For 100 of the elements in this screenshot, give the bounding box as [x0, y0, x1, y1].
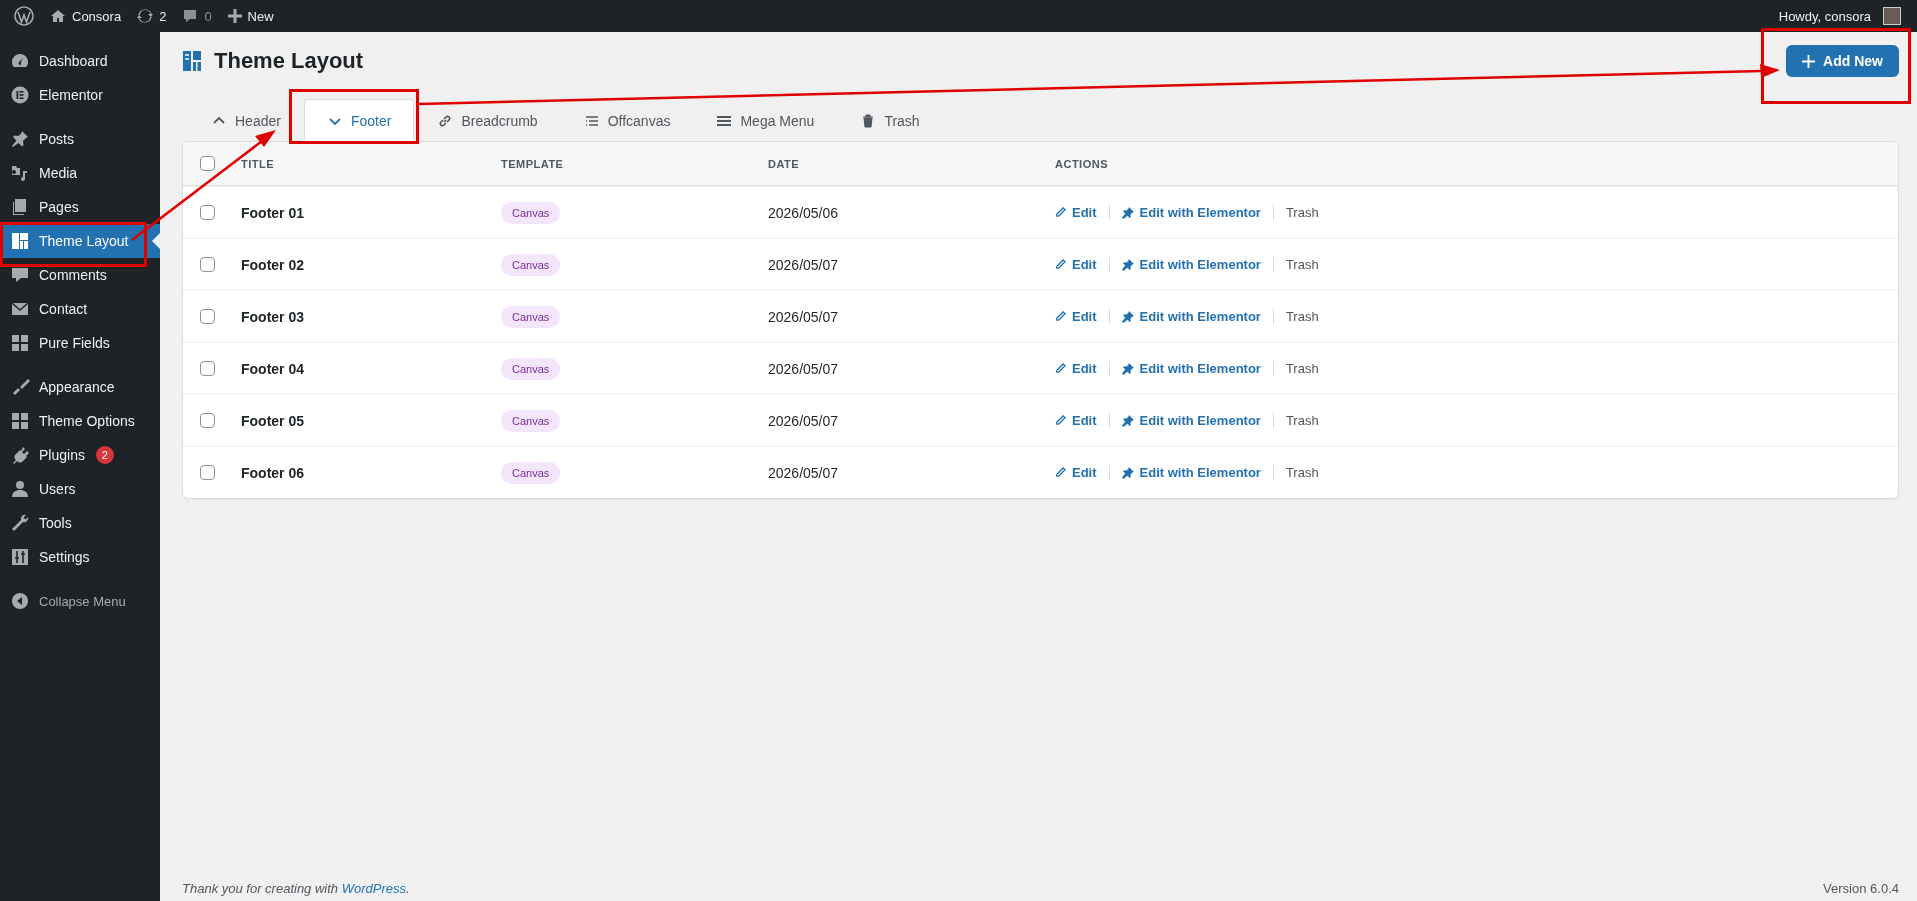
layout-grid-icon — [10, 231, 30, 251]
column-header: DATE — [768, 157, 801, 170]
comments-link[interactable]: 0 — [174, 0, 220, 32]
e-logo-icon — [10, 85, 30, 105]
edit-link[interactable]: Edit — [1055, 465, 1109, 480]
elementor-edit-link[interactable]: Edit with Elementor — [1108, 361, 1273, 376]
pencil-icon — [1055, 259, 1066, 270]
speech-bubble-icon — [10, 265, 30, 285]
tab[interactable]: Trash — [837, 99, 943, 141]
pushpin-icon — [1121, 310, 1134, 323]
template-badge: Canvas — [501, 305, 561, 328]
tab[interactable]: Mega Menu — [693, 99, 838, 141]
pushpin-icon — [1121, 362, 1134, 375]
edit-link[interactable]: Edit — [1055, 309, 1109, 324]
edit-link[interactable]: Edit — [1055, 257, 1109, 272]
date-cell-text: 2026/05/07 — [768, 256, 840, 273]
title-cell-text: Footer 02 — [241, 256, 305, 273]
plus-icon — [1802, 54, 1816, 68]
template-badge: Canvas — [501, 409, 561, 432]
title-cell-text: Footer 03 — [241, 308, 305, 325]
tab[interactable]: Offcanvas — [560, 99, 694, 141]
pencil-icon — [1055, 207, 1066, 218]
row-checkbox[interactable] — [200, 361, 215, 376]
pencil-icon — [1055, 467, 1066, 478]
template-badge: Canvas — [501, 357, 561, 380]
chain-link-icon — [437, 112, 454, 129]
version-text: Version 6.0.4 — [1823, 880, 1899, 896]
elementor-edit-link[interactable]: Edit with Elementor — [1108, 205, 1273, 220]
camera-note-icon — [10, 163, 30, 183]
row-checkbox[interactable] — [200, 205, 215, 220]
tab[interactable]: Footer — [303, 99, 415, 141]
title-cell-text: Footer 04 — [241, 360, 305, 377]
trash-link[interactable]: Trash — [1272, 205, 1331, 220]
template-badge: Canvas — [501, 253, 561, 276]
column-header: ACTIONS — [1055, 157, 1109, 170]
updates-link[interactable]: 2 — [129, 0, 175, 32]
column-header: TITLE — [241, 157, 276, 170]
elementor-edit-link[interactable]: Edit with Elementor — [1108, 413, 1273, 428]
collapse-menu-button[interactable]: Collapse Menu — [0, 584, 160, 618]
date-cell-text: 2026/05/07 — [768, 412, 840, 429]
title-cell-text: Footer 05 — [241, 412, 305, 429]
update-count-badge: 2 — [95, 446, 114, 464]
date-cell-text: 2026/05/07 — [768, 308, 840, 325]
trash-link[interactable]: Trash — [1272, 413, 1331, 428]
sidebar-item[interactable]: Dashboard — [0, 44, 160, 78]
sidebar-item[interactable]: Elementor — [0, 78, 160, 112]
tab[interactable]: Header — [188, 99, 304, 141]
column-header: TEMPLATE — [501, 157, 565, 170]
speech-bubble-icon — [182, 8, 199, 24]
pencil-icon — [1055, 311, 1066, 322]
trash-link[interactable]: Trash — [1272, 465, 1331, 480]
trash-link[interactable]: Trash — [1272, 257, 1331, 272]
person-icon — [10, 479, 30, 499]
title-cell-text: Footer 01 — [241, 204, 305, 221]
add-new-button[interactable]: Add New — [1786, 45, 1899, 77]
tab[interactable]: Breadcrumb — [414, 99, 561, 141]
site-name-link[interactable]: Consora — [42, 0, 130, 32]
four-squares-icon — [10, 411, 30, 431]
row-checkbox[interactable] — [200, 413, 215, 428]
sidebar-item[interactable]: Media — [0, 156, 160, 190]
edit-link[interactable]: Edit — [1055, 361, 1109, 376]
page-title: Theme Layout — [214, 48, 364, 74]
sidebar-item[interactable]: Pure Fields — [0, 326, 160, 360]
sidebar-item[interactable]: Settings — [0, 540, 160, 574]
sidebar-item[interactable]: Pages — [0, 190, 160, 224]
trash-link[interactable]: Trash — [1272, 361, 1331, 376]
wrench-icon — [10, 513, 30, 533]
account-link[interactable]: Howdy, consora — [1770, 0, 1909, 32]
edit-link[interactable]: Edit — [1055, 413, 1109, 428]
sidebar-item[interactable]: Plugins 2 — [0, 438, 160, 472]
row-checkbox[interactable] — [200, 465, 215, 480]
sidebar-item[interactable]: Tools — [0, 506, 160, 540]
elementor-edit-link[interactable]: Edit with Elementor — [1108, 257, 1273, 272]
sidebar-item[interactable]: Users — [0, 472, 160, 506]
row-checkbox[interactable] — [200, 257, 215, 272]
sidebar-item[interactable]: Posts — [0, 122, 160, 156]
new-content-link[interactable]: New — [219, 0, 282, 32]
footer-text: Thank you for creating with WordPress. — [182, 880, 410, 896]
pushpin-icon — [1121, 258, 1134, 271]
pushpin-icon — [1121, 414, 1134, 427]
sidebar-item[interactable]: Theme Options — [0, 404, 160, 438]
wordpress-link[interactable]: WordPress — [341, 880, 406, 896]
sidebar-item[interactable]: Comments — [0, 258, 160, 292]
date-cell-text: 2026/05/07 — [768, 360, 840, 377]
pencil-icon — [1055, 363, 1066, 374]
trash-link[interactable]: Trash — [1272, 309, 1331, 324]
home-icon — [50, 8, 66, 24]
sidebar-item[interactable]: Contact — [0, 292, 160, 326]
row-checkbox[interactable] — [200, 309, 215, 324]
edit-link[interactable]: Edit — [1055, 205, 1109, 220]
pushpin-icon — [10, 129, 30, 149]
date-cell-text: 2026/05/07 — [768, 464, 840, 481]
layout-grid-icon — [182, 50, 202, 72]
sidebar-item[interactable]: Appearance — [0, 370, 160, 404]
title-cell-text: Footer 06 — [241, 464, 305, 481]
elementor-edit-link[interactable]: Edit with Elementor — [1108, 465, 1273, 480]
select-all-checkbox[interactable] — [200, 156, 215, 171]
avatar-placeholder — [1883, 7, 1901, 25]
elementor-edit-link[interactable]: Edit with Elementor — [1108, 309, 1273, 324]
date-cell-text: 2026/05/06 — [768, 204, 840, 221]
